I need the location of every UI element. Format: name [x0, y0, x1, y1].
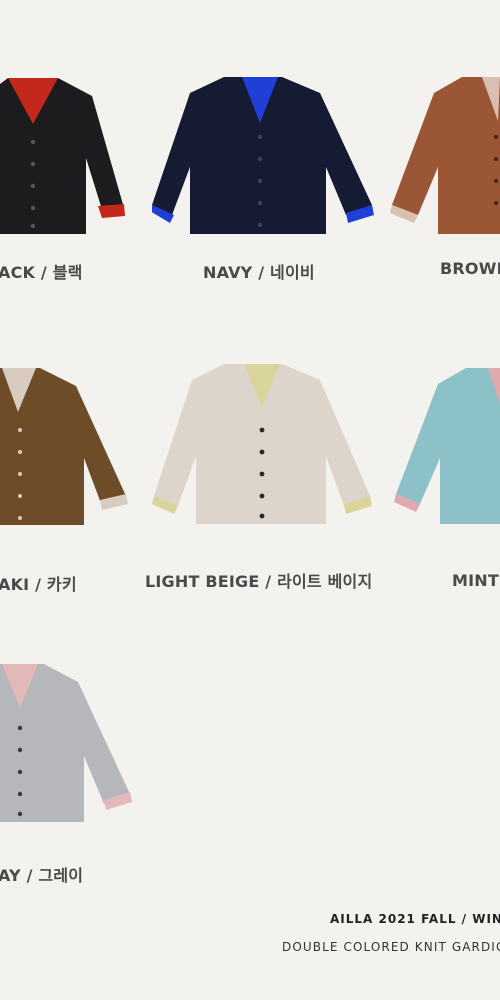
cardigan-black-image — [0, 78, 125, 238]
cardigan-navy-image — [152, 77, 374, 239]
brand-title: AILLA 2021 FALL / WINTE — [330, 912, 500, 926]
label-mint: MINT — [452, 571, 499, 590]
product-subtitle: DOUBLE COLORED KNIT GARDIGA — [282, 940, 500, 954]
cardigan-brown-image — [390, 77, 500, 239]
label-light-beige: LIGHT BEIGE / 라이트 베이지 — [145, 572, 373, 591]
cardigan-gray-image — [0, 664, 132, 826]
cardigan-light-beige-image — [152, 364, 374, 528]
cardigan-khaki-image — [0, 368, 128, 530]
label-black: ACK / 블랙 — [0, 263, 83, 282]
cardigan-mint-image — [394, 368, 500, 528]
label-navy: NAVY / 네이비 — [203, 263, 315, 282]
label-gray: AY / 그레이 — [0, 866, 84, 885]
label-khaki: AKI / 카키 — [0, 575, 77, 594]
label-brown: BROWN — [440, 259, 500, 278]
